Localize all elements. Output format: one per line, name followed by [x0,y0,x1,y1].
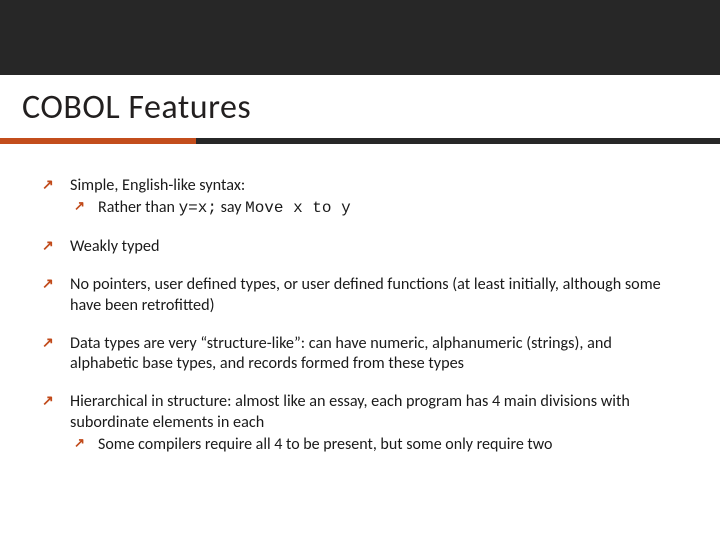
accent-dark-segment [196,138,720,144]
slide-body: Simple, English-like syntax: Rather than… [0,144,720,494]
bullet-1-sub-1: Rather than y=x; say Move x to y [70,198,680,219]
bullet-5: Hierarchical in structure: almost like a… [40,392,680,455]
bullet-1: Simple, English-like syntax: Rather than… [40,176,680,219]
bullet-1-text: Simple, English-like syntax: [70,176,245,195]
bullet-1-sub-mid: say [217,198,245,217]
bullet-4: Data types are very “structure-like”: ca… [40,334,680,375]
accent-orange-segment [0,138,196,144]
bullet-2: Weakly typed [40,237,680,257]
accent-divider [0,138,720,144]
bullet-3: No pointers, user defined types, or user… [40,275,680,316]
bullet-5-sub-1: Some compilers require all 4 to be prese… [70,435,680,456]
bullet-5-text: Hierarchical in structure: almost like a… [70,392,630,431]
header-dark-bar [0,0,720,75]
bullet-1-sub-code2: Move x to y [245,199,351,217]
bullet-1-sub-code1: y=x; [179,199,217,217]
bullet-1-sub-pre: Rather than [98,198,179,217]
slide-title: COBOL Features [0,75,720,138]
